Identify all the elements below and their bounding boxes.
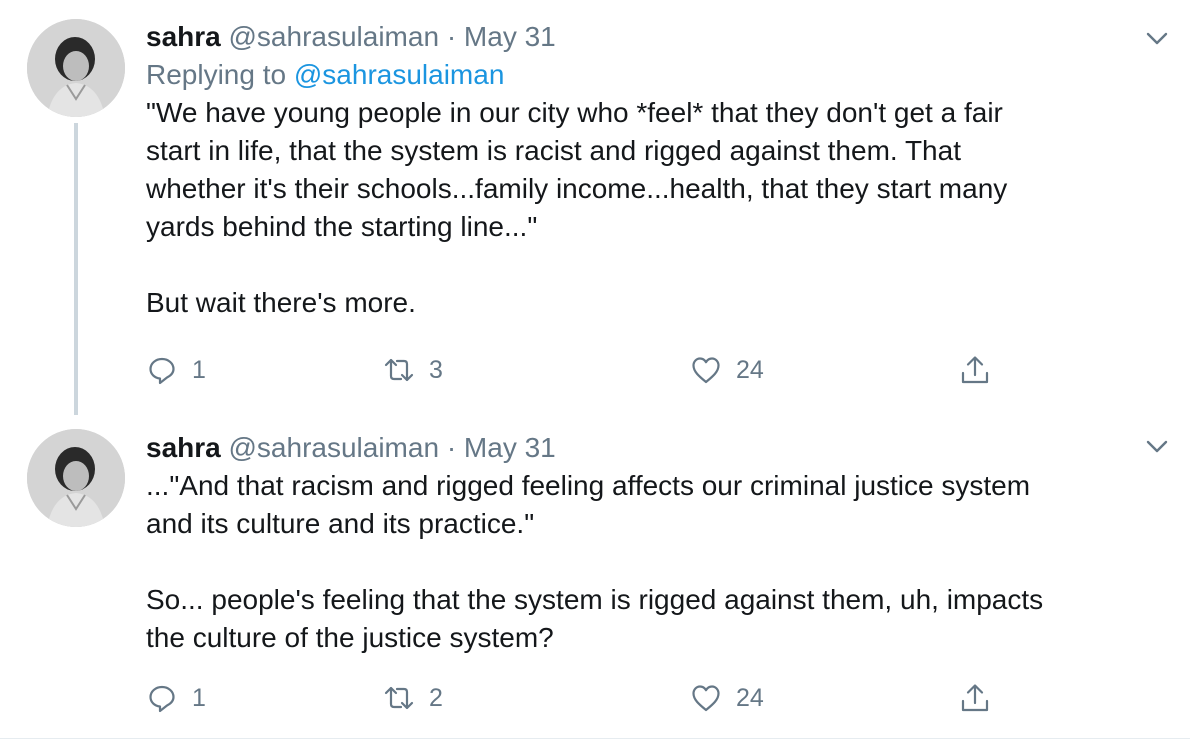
retweet-button[interactable]: 2 bbox=[383, 678, 443, 718]
chevron-down-icon[interactable] bbox=[1146, 32, 1168, 46]
reply-count: 1 bbox=[192, 355, 206, 384]
reply-button[interactable]: 1 bbox=[146, 678, 206, 718]
user-handle[interactable]: @sahrasulaiman bbox=[229, 21, 440, 52]
reply-icon bbox=[149, 685, 175, 713]
separator-dot: · bbox=[446, 21, 457, 52]
share-button[interactable] bbox=[959, 678, 1005, 718]
tweet-actions: 1 2 24 bbox=[146, 678, 1026, 718]
separator-dot: · bbox=[446, 432, 457, 463]
share-icon bbox=[961, 356, 989, 384]
tweet-date[interactable]: May 31 bbox=[464, 21, 556, 52]
heart-icon bbox=[692, 357, 720, 384]
like-count: 24 bbox=[736, 683, 764, 712]
tweet-text: ..."And that racism and rigged feeling a… bbox=[146, 470, 1044, 653]
tweet[interactable]: sahra @sahrasulaiman · May 31 Replying t… bbox=[0, 0, 1190, 415]
share-icon bbox=[961, 684, 989, 712]
tweet-actions: 1 3 24 bbox=[146, 350, 1026, 390]
like-button[interactable]: 24 bbox=[690, 678, 764, 718]
tweet-date[interactable]: May 31 bbox=[464, 432, 556, 463]
like-button[interactable]: 24 bbox=[690, 350, 764, 390]
tweet-header: sahra @sahrasulaiman · May 31 bbox=[146, 429, 1160, 467]
thread-connector bbox=[74, 123, 78, 415]
avatar[interactable] bbox=[27, 19, 125, 117]
tweet-body: sahra @sahrasulaiman · May 31 ..."And th… bbox=[146, 429, 1160, 657]
display-name[interactable]: sahra bbox=[146, 21, 221, 52]
retweet-button[interactable]: 3 bbox=[383, 350, 443, 390]
tweet-body: sahra @sahrasulaiman · May 31 Replying t… bbox=[146, 18, 1160, 322]
display-name[interactable]: sahra bbox=[146, 432, 221, 463]
retweet-count: 2 bbox=[429, 683, 443, 712]
replying-to-label: Replying to bbox=[146, 59, 294, 90]
retweet-count: 3 bbox=[429, 355, 443, 384]
retweet-icon bbox=[384, 686, 414, 710]
tweet-text: "We have young people in our city who *f… bbox=[146, 97, 1008, 318]
tweet[interactable]: sahra @sahrasulaiman · May 31 ..."And th… bbox=[0, 414, 1190, 739]
reply-icon bbox=[149, 357, 175, 385]
tweet-header: sahra @sahrasulaiman · May 31 bbox=[146, 18, 1160, 56]
avatar-image bbox=[27, 429, 125, 527]
reply-button[interactable]: 1 bbox=[146, 350, 206, 390]
avatar-image bbox=[27, 19, 125, 117]
like-count: 24 bbox=[736, 355, 764, 384]
retweet-icon bbox=[384, 358, 414, 382]
avatar[interactable] bbox=[27, 429, 125, 527]
reply-count: 1 bbox=[192, 683, 206, 712]
heart-icon bbox=[692, 685, 720, 712]
user-handle[interactable]: @sahrasulaiman bbox=[229, 432, 440, 463]
chevron-down-icon[interactable] bbox=[1146, 440, 1168, 454]
replying-to-mention[interactable]: @sahrasulaiman bbox=[294, 59, 505, 90]
replying-to: Replying to @sahrasulaiman bbox=[146, 56, 1160, 94]
share-button[interactable] bbox=[959, 350, 1005, 390]
